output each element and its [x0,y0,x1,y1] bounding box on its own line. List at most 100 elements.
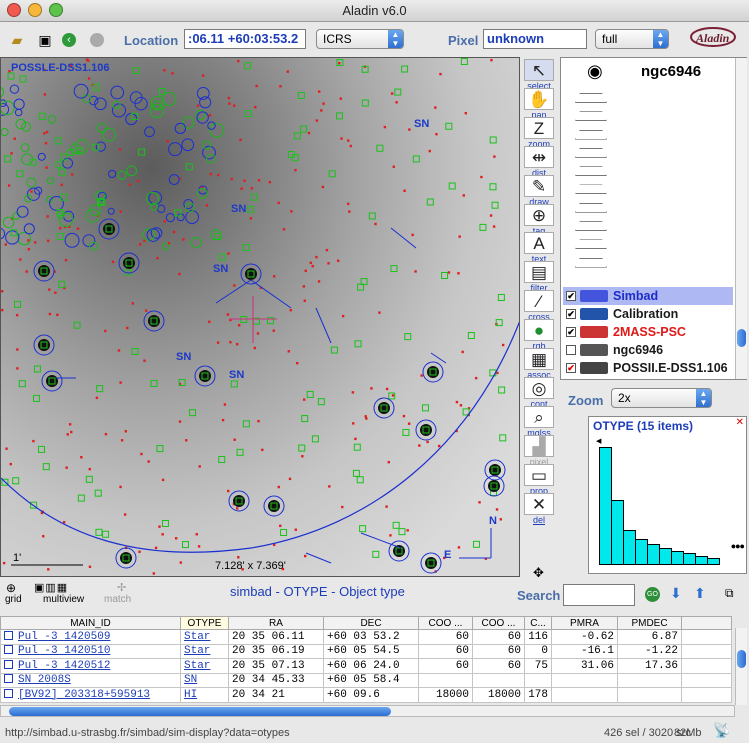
zoom-select[interactable]: 2x ▲ ▼ [611,388,712,408]
calibration-marker[interactable] [37,445,45,453]
calibration-marker[interactable] [96,385,104,393]
source-marker[interactable] [199,96,212,109]
otype-cell[interactable]: SN [180,672,229,688]
source-marker[interactable] [107,207,115,215]
go-button[interactable]: GO [645,587,660,602]
main-id-cell[interactable]: Pul -3 1420510 [0,643,181,659]
calibration-marker[interactable] [218,253,226,261]
source-marker[interactable] [157,204,166,213]
calibration-marker[interactable] [14,300,22,308]
calibration-marker[interactable] [92,83,100,91]
calibration-marker[interactable] [42,463,50,471]
calibration-marker[interactable] [401,65,409,73]
calibration-marker[interactable] [445,122,453,130]
calibration-marker[interactable] [328,170,336,178]
main-id-text[interactable]: Pul -3 1420512 [18,660,110,672]
calibration-marker[interactable] [58,280,66,288]
otype-histogram[interactable]: OTYPE (15 items) ✕ ◀ ●●● [588,416,747,574]
calibration-marker[interactable] [102,530,110,538]
empty-slot[interactable] [575,257,607,268]
column-header[interactable]: OTYPE [180,616,229,630]
calibration-marker[interactable] [353,443,361,451]
calibration-marker[interactable] [412,155,420,163]
calibration-marker[interactable] [38,112,46,120]
calibration-marker[interactable] [376,144,384,152]
match-label[interactable]: match [104,594,131,605]
calibration-marker[interactable] [301,415,309,423]
calibration-marker[interactable] [12,477,20,485]
calibration-marker[interactable] [402,428,410,436]
source-marker[interactable] [174,122,187,135]
frame-select[interactable]: ICRS ▲ ▼ [316,29,404,49]
calibration-marker[interactable] [489,136,497,144]
calibration-marker[interactable] [491,201,499,209]
source-marker[interactable] [144,126,155,138]
calibration-marker[interactable] [498,386,506,394]
source-marker[interactable] [181,138,195,152]
calibration-marker[interactable] [251,193,259,201]
empty-slot[interactable] [575,239,607,250]
column-header[interactable]: C... [524,616,552,630]
tool-del[interactable]: ✕ del [524,492,554,527]
table-row[interactable]: Pul -3 1420512 Star 20 35 07.13 +60 06 24.0… [0,658,732,674]
empty-slot[interactable] [575,93,607,103]
calibration-marker[interactable] [230,380,238,388]
calibration-marker[interactable] [18,380,26,388]
source-marker[interactable] [21,121,32,132]
otype-cell[interactable]: Star [180,658,229,674]
calibration-marker[interactable] [448,182,456,190]
table-horizontal-scrollbar[interactable] [0,705,735,717]
plane-checkbox[interactable]: ✔ [566,327,576,337]
plane-checkbox[interactable]: ✔ [566,291,576,301]
calibration-marker[interactable] [372,550,380,558]
empty-slot[interactable] [575,221,607,232]
calibration-marker[interactable] [317,398,325,406]
calibration-marker[interactable] [19,75,27,83]
source-marker[interactable] [26,177,37,188]
column-header[interactable]: PMRA [551,616,618,630]
calibration-marker[interactable] [300,125,308,133]
sky-image-view[interactable]: POSSLE-DSS1.106 SN SN SN SN SN 1' 7.128'… [0,57,520,577]
calibration-marker[interactable] [368,212,376,220]
stack-scrollbar[interactable] [735,58,747,379]
location-field[interactable]: :06.11 +60:03:53.2 [184,29,306,49]
column-header[interactable]: PMDEC [617,616,682,630]
calibration-marker[interactable] [392,521,400,529]
calibration-marker[interactable] [426,198,434,206]
source-marker[interactable] [202,140,212,150]
main-id-text[interactable]: SN 2008S [18,674,71,686]
calibration-marker[interactable] [156,445,164,453]
arrow-up-icon[interactable]: ⬆ [694,585,706,602]
table-hscroll-thumb[interactable] [9,707,391,716]
plane-possii-e-dss1-106[interactable]: ✔ POSSII.E-DSS1.106 [563,359,733,377]
detach-icon[interactable]: ⧉ [725,586,734,601]
row-checkbox[interactable] [4,688,13,698]
calibration-marker[interactable] [479,223,487,231]
grid-icon[interactable]: ⊕ [6,581,16,595]
calibration-marker[interactable] [354,340,362,348]
empty-slot[interactable] [575,147,607,158]
grid-label[interactable]: grid [5,594,22,605]
source-marker[interactable] [168,142,183,157]
main-id-text[interactable]: Pul -3 1420509 [18,631,110,643]
column-header[interactable]: DEC [323,616,419,630]
calibration-marker[interactable] [460,58,468,66]
open-folder-icon[interactable]: ▰ [8,31,26,49]
column-header[interactable] [681,616,732,630]
source-marker[interactable] [1,227,6,240]
otype-cell[interactable]: Star [180,629,229,645]
source-marker[interactable] [15,118,27,130]
calibration-marker[interactable] [60,153,68,161]
source-marker[interactable] [149,103,164,119]
calibration-marker[interactable] [33,365,41,373]
calibration-marker[interactable] [280,528,288,536]
source-marker[interactable] [117,170,127,180]
source-marker[interactable] [111,103,127,118]
source-marker[interactable] [108,169,117,179]
calibration-marker[interactable] [181,541,189,549]
source-marker[interactable] [1,128,9,137]
main-id-cell[interactable]: Pul -3 1420512 [0,658,181,674]
main-id-cell[interactable]: [BV92] 203318+595913 [0,687,181,703]
calibration-marker[interactable] [335,112,343,120]
main-id-text[interactable]: Pul -3 1420510 [18,645,110,657]
